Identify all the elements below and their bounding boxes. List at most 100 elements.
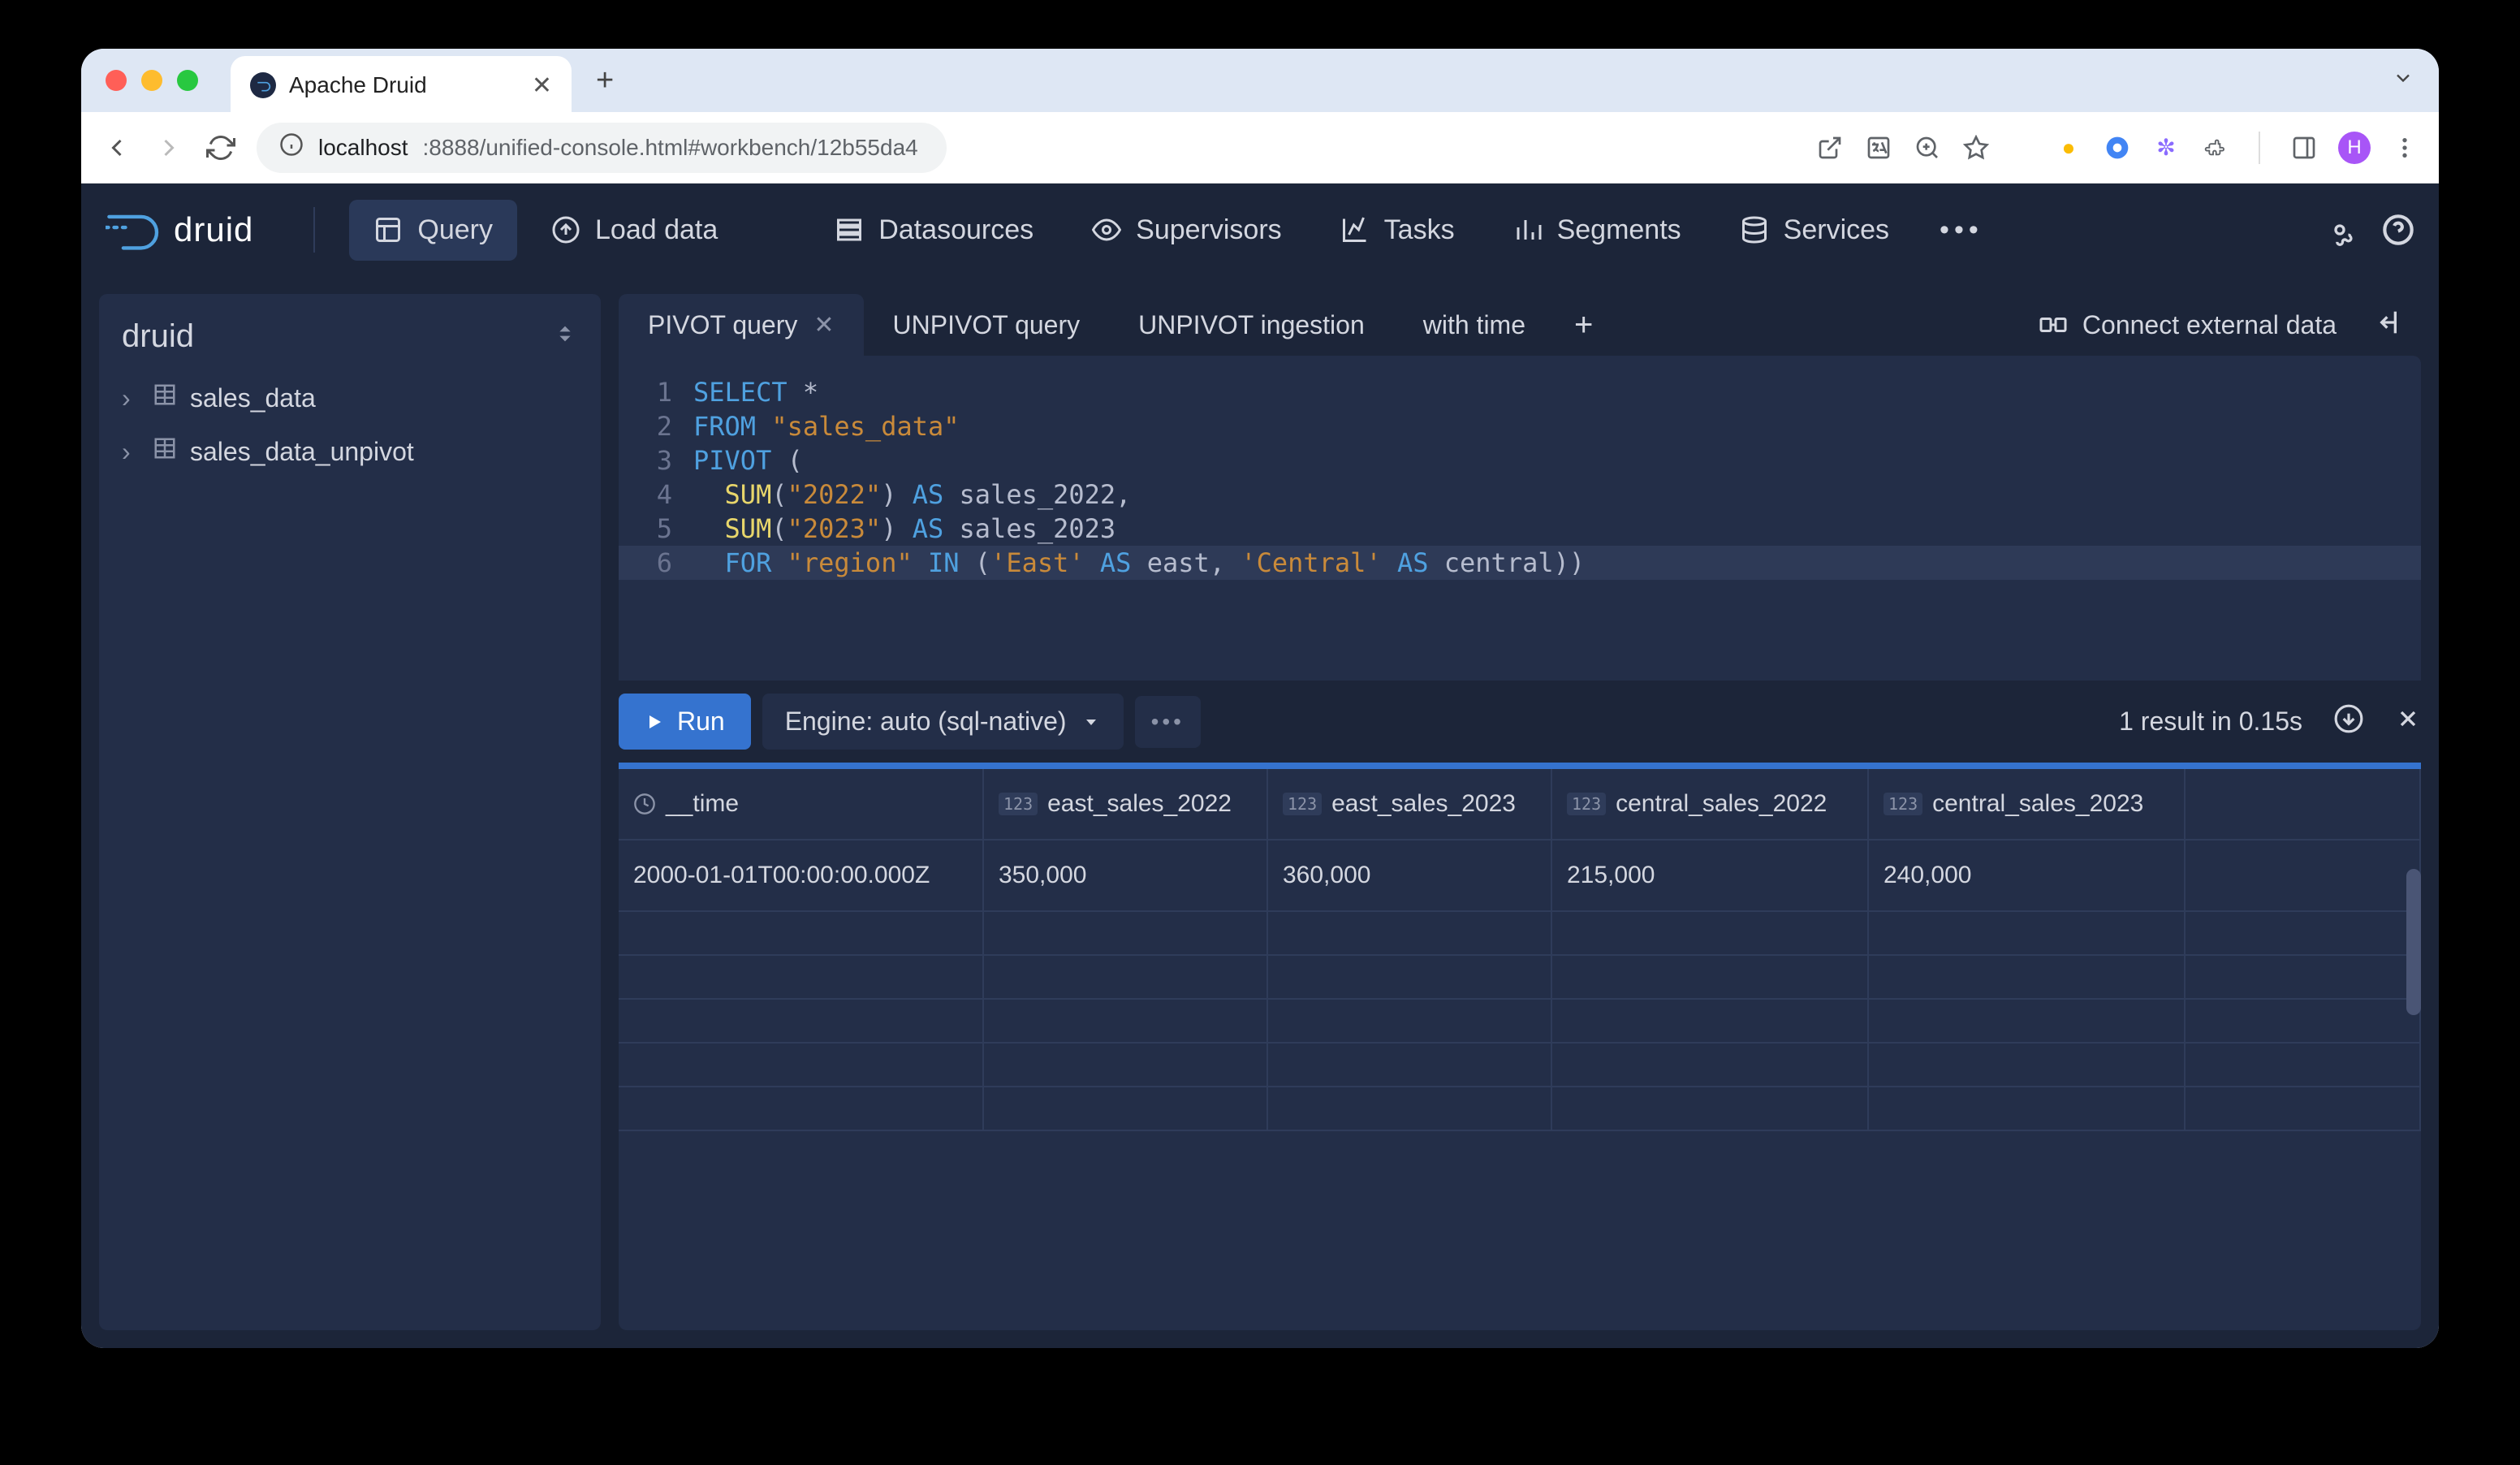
browser-title-bar: Apache Druid ✕ + <box>81 49 2439 112</box>
sidebar: druid › sales_data › sales_data_unpivot <box>99 294 601 1330</box>
nav-datasources[interactable]: Datasources <box>810 200 1058 261</box>
query-tabs: PIVOT query ✕ UNPIVOT query UNPIVOT inge… <box>619 294 2421 356</box>
profile-avatar[interactable]: H <box>2338 132 2371 164</box>
column-header-east-2023[interactable]: 123 east_sales_2023 <box>1268 769 1552 839</box>
ext-icon-3[interactable]: ✼ <box>2151 133 2181 162</box>
chevron-down-icon <box>1081 712 1101 732</box>
sort-icon[interactable] <box>552 321 578 352</box>
table-header: __time 123 east_sales_2022 123 east_sale… <box>619 769 2421 841</box>
logo[interactable]: druid <box>106 203 253 257</box>
back-button[interactable] <box>101 133 133 162</box>
tree-item-label: sales_data_unpivot <box>190 437 414 467</box>
cell-east-2022: 350,000 <box>984 841 1268 910</box>
number-type-icon: 123 <box>1884 793 1922 815</box>
tab-pivot-query[interactable]: PIVOT query ✕ <box>619 294 864 356</box>
main-panel: PIVOT query ✕ UNPIVOT query UNPIVOT inge… <box>619 294 2421 1330</box>
number-type-icon: 123 <box>999 793 1038 815</box>
tab-with-time[interactable]: with time <box>1394 294 1555 356</box>
scrollbar[interactable] <box>2406 869 2421 1316</box>
add-tab-button[interactable]: + <box>1555 307 1612 344</box>
new-tab-button[interactable]: + <box>596 63 614 98</box>
site-info-icon[interactable] <box>279 132 304 162</box>
open-external-icon[interactable] <box>1815 133 1845 162</box>
menu-icon[interactable] <box>2390 133 2419 162</box>
extensions-icon[interactable] <box>2200 133 2229 162</box>
column-header-central-2022[interactable]: 123 central_sales_2022 <box>1552 769 1869 839</box>
nav-tasks[interactable]: Tasks <box>1316 200 1479 261</box>
connect-external-data-button[interactable]: Connect external data <box>2019 310 2356 340</box>
column-header-east-2022[interactable]: 123 east_sales_2022 <box>984 769 1268 839</box>
tab-label: UNPIVOT query <box>893 310 1081 340</box>
clock-icon <box>633 793 656 815</box>
tab-label: with time <box>1423 310 1525 340</box>
chevron-right-icon: › <box>122 437 140 467</box>
scrollbar-thumb[interactable] <box>2406 869 2421 1015</box>
settings-icon[interactable] <box>2324 214 2356 246</box>
nav-load-data[interactable]: Load data <box>527 200 742 261</box>
side-panel-icon[interactable] <box>2289 133 2319 162</box>
help-icon[interactable] <box>2382 214 2414 246</box>
url-input[interactable]: localhost:8888/unified-console.html#work… <box>257 123 947 173</box>
favicon <box>250 72 276 98</box>
eye-icon <box>1092 215 1121 244</box>
engine-selector[interactable]: Engine: auto (sql-native) <box>762 694 1124 750</box>
table-row-empty <box>619 956 2421 1000</box>
nav-services-label: Services <box>1784 214 1889 246</box>
table-row-empty <box>619 1044 2421 1087</box>
column-name: __time <box>666 790 739 818</box>
column-name: central_sales_2023 <box>1932 790 2143 818</box>
chevron-right-icon: › <box>122 383 140 413</box>
run-button[interactable]: Run <box>619 694 751 750</box>
play-icon <box>645 712 664 732</box>
reload-button[interactable] <box>205 133 237 162</box>
table-icon <box>153 436 177 467</box>
nav-supervisors-label: Supervisors <box>1136 214 1282 246</box>
collapse-panel-icon[interactable] <box>2356 306 2421 344</box>
tab-list-dropdown-icon[interactable] <box>2392 67 2414 95</box>
translate-icon[interactable] <box>1864 133 1893 162</box>
url-host: localhost <box>318 135 408 161</box>
tab-unpivot-ingestion[interactable]: UNPIVOT ingestion <box>1109 294 1394 356</box>
nav-divider <box>313 207 315 253</box>
nav-query[interactable]: Query <box>349 200 517 261</box>
table-row-empty <box>619 1087 2421 1131</box>
nav-segments[interactable]: Segments <box>1489 200 1706 261</box>
connect-external-label: Connect external data <box>2082 310 2337 340</box>
table-row[interactable]: 2000-01-01T00:00:00.000Z 350,000 360,000… <box>619 841 2421 912</box>
bookmark-icon[interactable] <box>1961 133 1991 162</box>
close-results-button[interactable] <box>2395 706 2421 737</box>
close-window-button[interactable] <box>106 70 127 91</box>
tree-item-sales-data[interactable]: › sales_data <box>99 371 601 425</box>
column-header-empty <box>2186 769 2421 839</box>
browser-tab[interactable]: Apache Druid ✕ <box>231 56 572 115</box>
nav-more[interactable]: ••• <box>1923 200 2000 261</box>
upload-icon <box>551 215 580 244</box>
nav-services[interactable]: Services <box>1715 200 1914 261</box>
column-header-time[interactable]: __time <box>619 769 984 839</box>
ext-icon-2[interactable] <box>2103 133 2132 162</box>
nav-supervisors[interactable]: Supervisors <box>1068 200 1306 261</box>
column-header-central-2023[interactable]: 123 central_sales_2023 <box>1869 769 2186 839</box>
close-icon[interactable]: ✕ <box>813 311 834 339</box>
tab-title: Apache Druid <box>289 72 519 98</box>
more-options-button[interactable]: ••• <box>1135 696 1201 748</box>
nav-datasources-label: Datasources <box>878 214 1033 246</box>
tree-item-label: sales_data <box>190 383 316 413</box>
table-row-empty <box>619 1000 2421 1044</box>
ext-icon-1[interactable]: ● <box>2054 133 2083 162</box>
tab-unpivot-query[interactable]: UNPIVOT query <box>864 294 1110 356</box>
close-tab-icon[interactable]: ✕ <box>532 71 552 100</box>
nav-segments-label: Segments <box>1557 214 1681 246</box>
progress-bar <box>619 763 2421 769</box>
tree-item-sales-data-unpivot[interactable]: › sales_data_unpivot <box>99 425 601 478</box>
minimize-window-button[interactable] <box>141 70 162 91</box>
forward-button[interactable] <box>153 133 185 162</box>
database-icon <box>1740 215 1769 244</box>
divider <box>2259 132 2260 164</box>
maximize-window-button[interactable] <box>177 70 198 91</box>
zoom-icon[interactable] <box>1913 133 1942 162</box>
download-button[interactable] <box>2333 703 2364 740</box>
connect-icon <box>2039 310 2068 339</box>
sql-editor[interactable]: 1SELECT *2FROM "sales_data"3PIVOT (4 SUM… <box>619 356 2421 681</box>
nav-tasks-label: Tasks <box>1384 214 1455 246</box>
